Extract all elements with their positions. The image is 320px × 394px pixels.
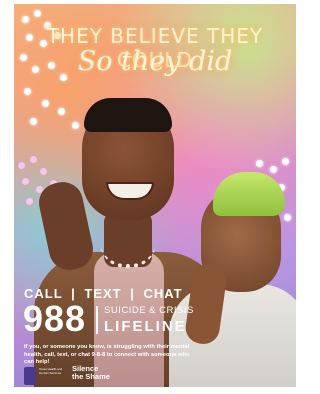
- body-copy: If you, or someone you know, is struggli…: [24, 344, 190, 365]
- lifeline-number: 988: [23, 298, 87, 339]
- cta-separator: |: [130, 286, 135, 301]
- cta-chat: CHAT: [143, 286, 183, 301]
- lifeline-subtitle: SUICIDE & CRISIS: [104, 305, 194, 316]
- cta-text: TEXT: [84, 286, 122, 301]
- silence-the-shame-logo: Silence the Shame: [72, 365, 110, 380]
- state-agency-logo-text: Texas Health and Human Services: [39, 367, 63, 375]
- state-seal-logo: [24, 367, 36, 385]
- lifeline-title: LIFELINE: [104, 318, 187, 335]
- lifeline-divider: [96, 306, 98, 334]
- logo-line-2: the Shame: [72, 371, 110, 381]
- headline-line-2: So they did: [77, 46, 233, 77]
- poster: THEY BELIEVE THEY COULD So they did CALL…: [14, 4, 296, 387]
- photo-woman-green-hair: [169, 164, 296, 387]
